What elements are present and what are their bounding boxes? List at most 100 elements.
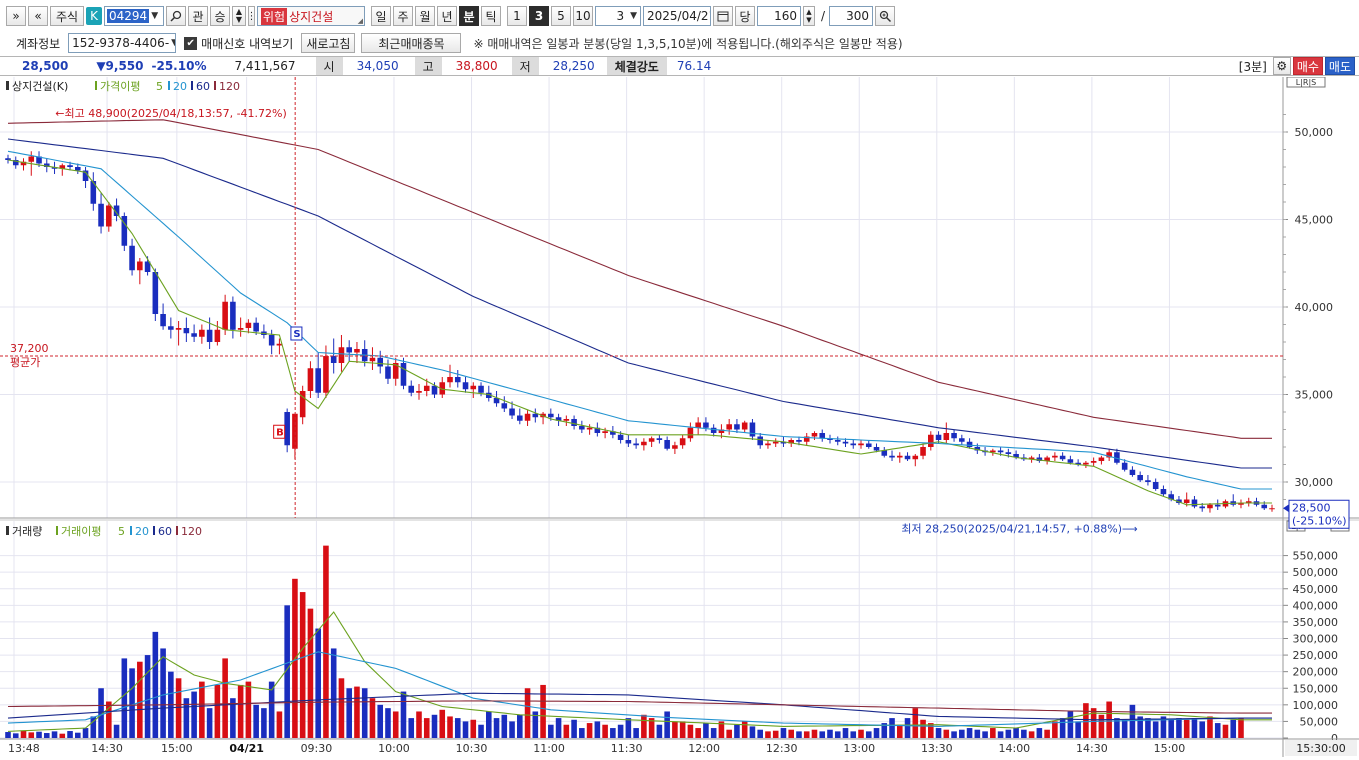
candle-body bbox=[865, 443, 872, 447]
candle-body bbox=[664, 440, 670, 449]
nav-expand-button[interactable]: » bbox=[6, 6, 26, 26]
legend-volume-name: 거래량 bbox=[12, 525, 42, 538]
count-input[interactable]: 160 bbox=[757, 6, 801, 26]
candle-body bbox=[633, 443, 639, 446]
chevron-down-icon[interactable]: ▼ bbox=[151, 11, 158, 21]
refresh-button[interactable]: 새로고침 bbox=[301, 33, 356, 53]
minute-input-value: 3 bbox=[616, 9, 625, 23]
interest-button[interactable]: 관 bbox=[188, 6, 208, 26]
stock-name-field[interactable]: 위험 상지건설 ◢ bbox=[257, 6, 365, 26]
candle-body bbox=[1191, 499, 1198, 507]
legend-ma60: 60 bbox=[196, 80, 210, 93]
signal-check-label[interactable]: 매매신호 내역보기 bbox=[201, 35, 293, 52]
buy-button[interactable]: 매수 bbox=[1292, 57, 1323, 75]
minute-10-button[interactable]: 10 bbox=[573, 6, 593, 26]
sell-signal-marker[interactable]: S bbox=[290, 326, 303, 341]
k-market-badge[interactable]: K bbox=[86, 7, 102, 25]
volume-bar bbox=[1191, 718, 1198, 738]
stock-code-input[interactable]: 04294 ▼ bbox=[104, 6, 164, 26]
spinner-updown-icon[interactable]: ▲ ▼ bbox=[232, 6, 246, 26]
period-month-button[interactable]: 월 bbox=[415, 6, 435, 26]
minute-3-button[interactable]: 3 bbox=[529, 6, 549, 26]
notice-text: ※ 매매내역은 일봉과 분봉(당일 1,3,5,10분)에 적용됩니다.(해외주… bbox=[473, 36, 903, 51]
seung-button[interactable]: 승 bbox=[210, 6, 230, 26]
volume-bar bbox=[82, 728, 89, 738]
volume-bar bbox=[765, 731, 771, 738]
volume-bar bbox=[214, 684, 221, 738]
candle-body bbox=[1005, 452, 1012, 454]
current-button[interactable]: 당 bbox=[735, 6, 755, 26]
market-select[interactable]: 주식 bbox=[50, 6, 84, 26]
volume-bar bbox=[873, 728, 880, 738]
period-year-button[interactable]: 년 bbox=[437, 6, 457, 26]
period-week-button[interactable]: 주 bbox=[393, 6, 413, 26]
volume-bar bbox=[563, 724, 570, 738]
calendar-icon[interactable] bbox=[713, 6, 733, 26]
trade-volume: 7,411,567 bbox=[234, 59, 296, 73]
candle-body bbox=[1160, 489, 1167, 495]
volume-bar bbox=[1222, 724, 1229, 738]
buy-signal-marker[interactable]: B bbox=[273, 424, 286, 439]
gear-icon[interactable]: ⚙ bbox=[1272, 57, 1291, 75]
date-input[interactable]: 2025/04/21 bbox=[643, 6, 711, 26]
time-tick-label: 11:30 bbox=[611, 742, 643, 755]
minute-input[interactable]: 3 ▼ bbox=[595, 6, 641, 26]
count-spinner-icon[interactable]: ▲ ▼ bbox=[803, 6, 815, 26]
buy-marker-text: B bbox=[276, 427, 284, 438]
low-annotation: 최저 28,250(2025/04/21,14:57, +0.88%)⟶ bbox=[901, 523, 1138, 536]
checkbox-checked-icon[interactable]: ✔ bbox=[184, 36, 198, 50]
volume-bar bbox=[896, 724, 903, 738]
candle-body bbox=[1199, 506, 1206, 509]
candle-body bbox=[431, 385, 438, 395]
time-tick-label: 11:00 bbox=[533, 742, 565, 755]
recent-stocks-button[interactable]: 최근매매종목 bbox=[361, 33, 462, 53]
chart-svg[interactable]: 30,00035,00040,00045,00050,000 050,00010… bbox=[0, 76, 1359, 757]
menu-dots-icon[interactable]: ⋮ bbox=[247, 6, 257, 26]
toolbar-account: 계좌정보 152-9378-4406-▼ ✔ 매매신호 내역보기 새로고침 최근… bbox=[0, 32, 1359, 54]
minute-1-button[interactable]: 1 bbox=[507, 6, 527, 26]
volume-bar bbox=[943, 729, 950, 738]
legend-vma60-swatch bbox=[153, 526, 155, 535]
candle-body bbox=[1121, 462, 1128, 470]
sell-button[interactable]: 매도 bbox=[1324, 57, 1355, 75]
period-tick-button[interactable]: 틱 bbox=[481, 6, 501, 26]
account-select[interactable]: 152-9378-4406-▼ bbox=[68, 33, 177, 53]
change-rate: -25.10% bbox=[151, 59, 207, 73]
period-minute-button[interactable]: 분 bbox=[459, 6, 479, 26]
volume-bar bbox=[1176, 718, 1182, 738]
volume-bar bbox=[447, 716, 453, 738]
period-day-button[interactable]: 일 bbox=[371, 6, 391, 26]
nav-collapse-button[interactable]: « bbox=[28, 6, 48, 26]
chevron-down-icon[interactable]: ▼ bbox=[171, 38, 175, 48]
search-icon[interactable] bbox=[166, 6, 186, 26]
warning-badge: 위험 bbox=[261, 7, 288, 25]
volume-bar bbox=[803, 731, 810, 738]
volume-bar bbox=[237, 684, 244, 738]
volume-bar bbox=[1183, 719, 1190, 738]
candle-body bbox=[106, 205, 112, 227]
volume-bar bbox=[160, 648, 166, 738]
candle-body bbox=[5, 158, 11, 160]
volume-bar bbox=[959, 729, 965, 738]
volume-bar bbox=[361, 688, 368, 738]
volume-bar bbox=[741, 721, 748, 738]
candle-body bbox=[889, 455, 895, 458]
volume-bar bbox=[827, 729, 833, 738]
volume-bar bbox=[501, 714, 508, 738]
volume-bar bbox=[524, 688, 531, 738]
candle-body bbox=[641, 441, 647, 446]
candle-body bbox=[284, 412, 290, 446]
lrs-badge[interactable]: L|R|S bbox=[1286, 76, 1326, 88]
chart-area[interactable]: 30,00035,00040,00045,00050,000 050,00010… bbox=[0, 76, 1359, 757]
candle-body bbox=[912, 455, 919, 460]
volume-bar bbox=[772, 730, 779, 738]
zoom-icon[interactable] bbox=[875, 6, 896, 26]
candle-body bbox=[385, 366, 391, 379]
candle-body bbox=[237, 328, 244, 330]
minute-5-button[interactable]: 5 bbox=[551, 6, 571, 26]
candle-body bbox=[447, 377, 453, 383]
total-input[interactable]: 300 bbox=[829, 6, 874, 26]
legend-ma5: 5 bbox=[156, 80, 163, 93]
candle-body bbox=[354, 349, 360, 353]
chevron-down-icon[interactable]: ▼ bbox=[630, 11, 637, 21]
